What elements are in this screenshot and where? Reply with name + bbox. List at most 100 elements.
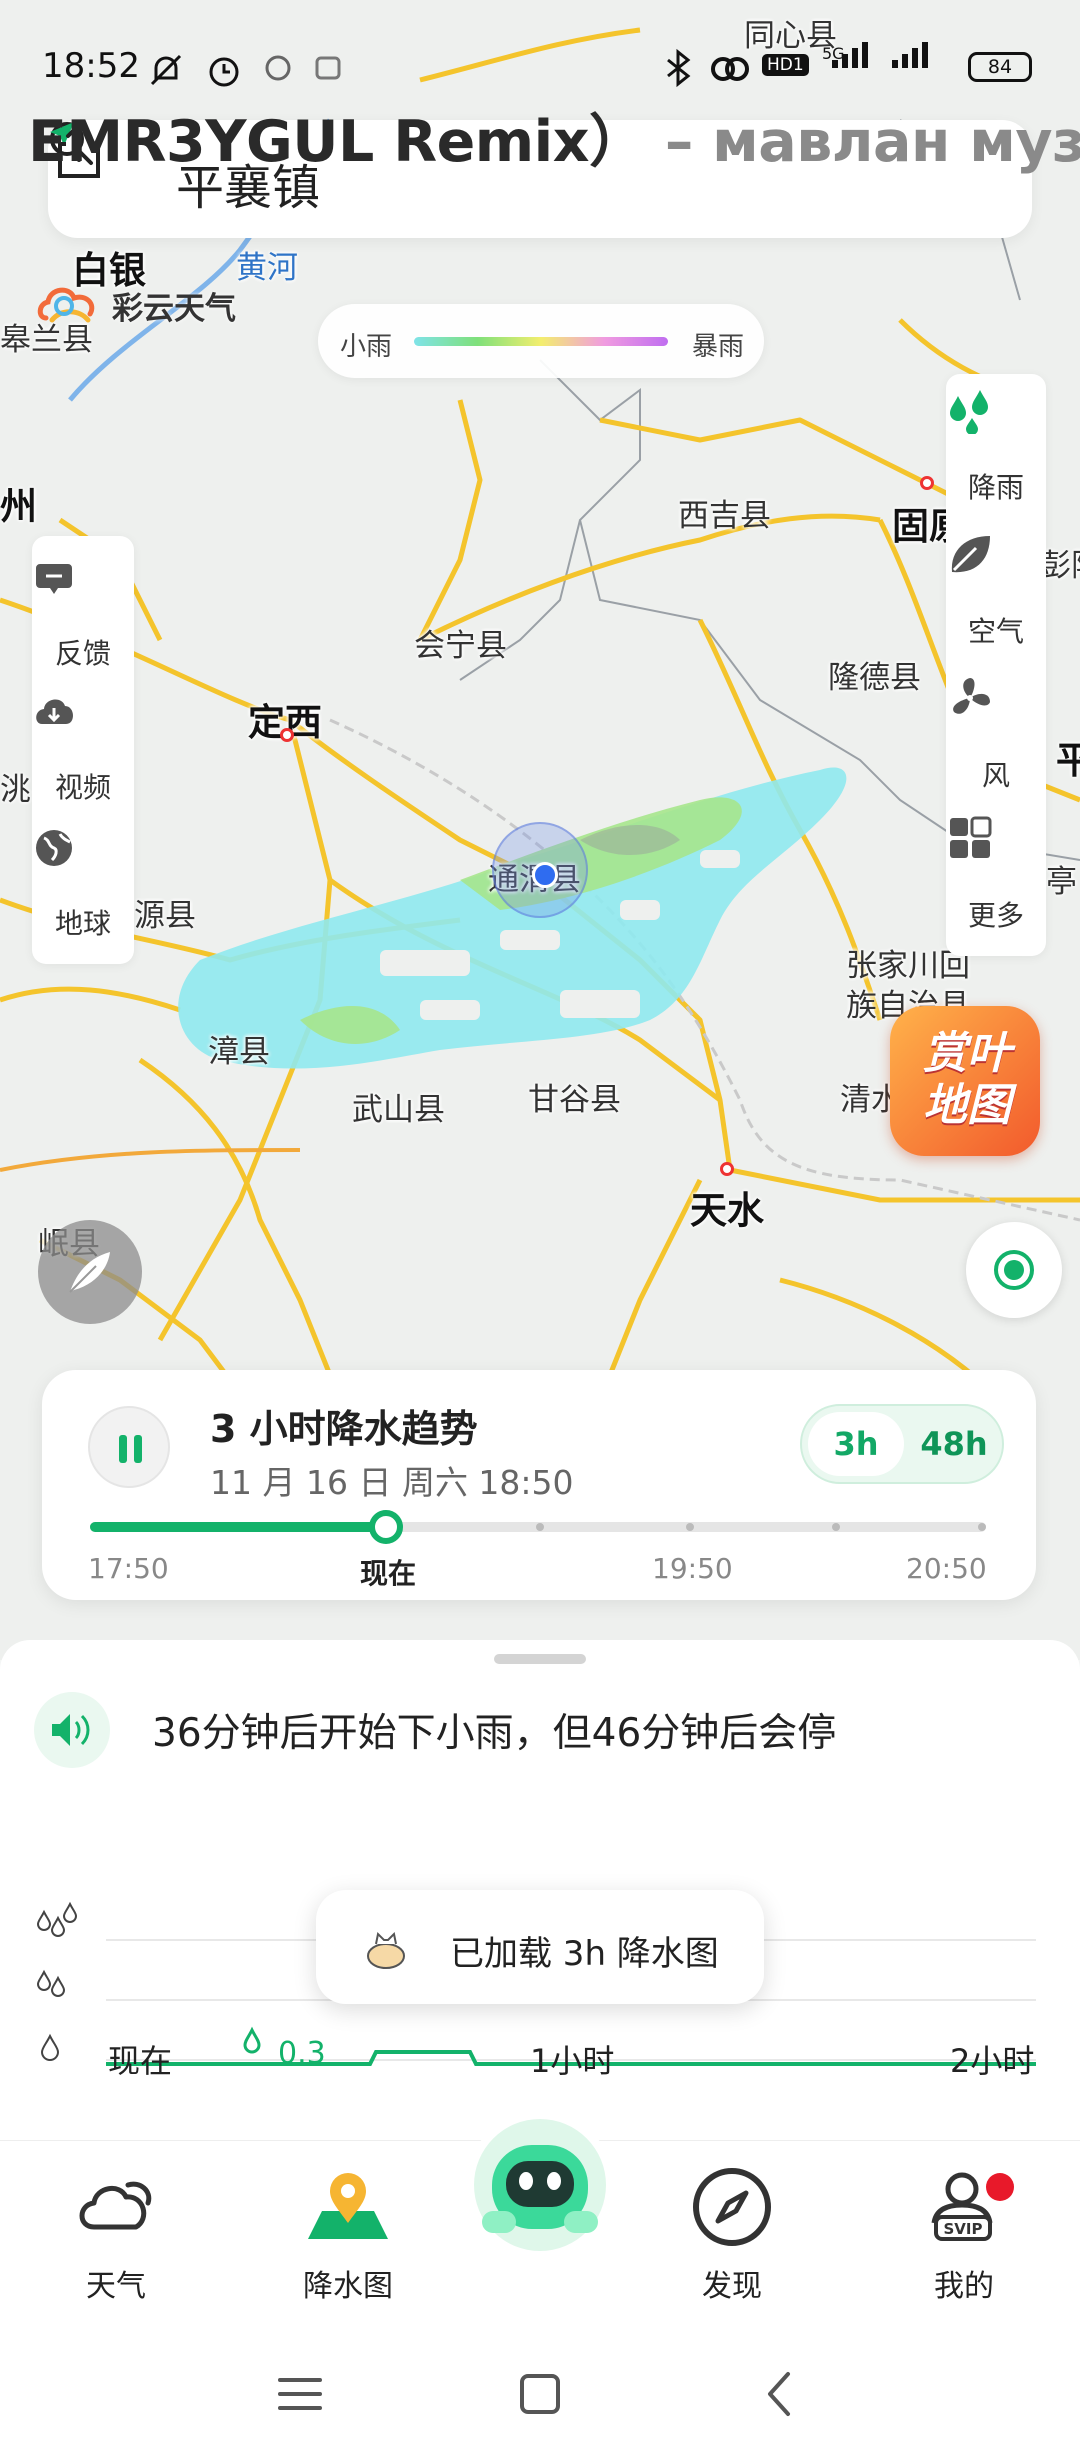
bluetooth-icon [667,48,691,88]
nav-profile-label: 我的 [934,2269,994,2304]
timeline-label-mid: 19:50 [652,1552,733,1585]
city-dot-tianshui [720,1162,734,1176]
feedback-button[interactable]: 反馈 [32,556,134,686]
bell-mute-icon [150,54,182,86]
range-48h-option[interactable]: 48h [906,1412,1002,1476]
timeline-slider[interactable] [90,1510,986,1544]
signal-icon [892,42,928,68]
nav-profile[interactable]: SVIP 我的 [874,2151,1054,2304]
precip-trend-card: 3 小时降水趋势 11 月 16 日 周六 18:50 3h 48h 17:50… [42,1370,1036,1600]
nav-discover[interactable]: 发现 [642,2151,822,2304]
precip-drop-icon [243,2026,261,2054]
app-notification-icon [265,55,291,81]
video-button[interactable]: 视频 [32,690,134,820]
light-rain-drops-icon [36,1901,78,1937]
legend-min-label: 小雨 [340,332,393,362]
moderate-rain-drops-icon [36,1969,66,1997]
timeline-thumb[interactable] [368,1510,403,1544]
legend-max-label: 暴雨 [691,332,744,362]
globe-label: 地球 [54,907,111,940]
trend-date: 11 月 16 日 周六 18:50 [210,1463,574,1502]
feedback-label: 反馈 [54,637,111,670]
video-icon [36,699,74,724]
rain-icon [950,390,988,434]
place-zhou: 州 [0,485,37,528]
legend-gradient-bar [414,337,668,346]
place-pengyang: 彭阳 [1040,548,1080,584]
autumn-leaf-map-badge[interactable]: 赏叶 地图 [890,1006,1040,1156]
video-label: 视频 [54,771,111,804]
status-bar: 18:52 HD1 5G 84 [0,40,1080,100]
timeline-tick [686,1523,694,1531]
map-style-button[interactable] [38,1220,142,1324]
target-icon [994,1250,1034,1290]
compass-icon [693,2168,771,2246]
nav-discover-label: 发现 [702,2269,762,2304]
timeline-progress [90,1522,386,1532]
intensity-icons [36,1901,78,2061]
sheet-handle[interactable] [494,1654,586,1664]
trend-title: 3 小时降水趋势 [210,1407,478,1451]
left-tool-panel: 反馈 视频 地球 [32,536,134,964]
place-gangu: 甘谷县 [528,1082,621,1118]
bottom-navigation: 天气 降水图 发现 SVIP 我的 [0,2111,1080,2320]
layer-rain-label: 降雨 [967,471,1024,504]
grid-icon [950,816,992,858]
timeline-tick [536,1523,544,1531]
nav-precip-map-label: 降水图 [303,2269,393,2304]
app-root: 同心县 白银 黄河 皋兰县 西吉县 固原 彭阳 州 会宁县 隆德县 定西 平 洮… [0,0,1080,2460]
layer-wind-label: 风 [981,759,1010,792]
badge-line-2: 地图 [923,1080,1011,1131]
more-layers-button[interactable]: 更多 [946,814,1046,954]
toast-text: 已加载 3h 降水图 [450,1934,719,1974]
more-layers-label: 更多 [967,899,1024,932]
battery-indicator: 84 [968,52,1032,82]
nav-precip-map[interactable]: 降水图 [258,2151,438,2304]
battery-level: 84 [987,56,1013,78]
precipitation-map[interactable]: 同心县 白银 黄河 皋兰县 西吉县 固原 彭阳 州 会宁县 隆德县 定西 平 洮… [0,0,1080,1660]
loaded-toast: 已加载 3h 降水图 [316,1890,764,2004]
menu-icon[interactable] [270,2364,330,2424]
notification-dot [986,2173,1014,2201]
nav-weather[interactable]: 天气 [26,2151,206,2304]
marquee-main: EMR3YGUL Remix） [28,109,646,175]
caiyun-logo-icon [37,287,95,323]
svg-text:SVIP: SVIP [944,2220,983,2238]
status-time: 18:52 [42,46,140,86]
nav-weather-label: 天气 [86,2269,146,2304]
signal-icon [832,42,868,68]
system-navigation-bar [0,2320,1080,2460]
place-huanghe: 黄河 [236,250,298,286]
leaf-icon [951,536,990,573]
speak-button[interactable] [34,1692,110,1768]
music-marquee-overlay: EMR3YGUL Remix） – мавлан музыка [28,96,1080,178]
back-icon[interactable] [750,2364,810,2424]
nav-assistant[interactable] [466,2111,614,2259]
place-zhangxian: 漳县 [208,1034,270,1070]
assistant-icon [474,2119,606,2251]
alarm-icon [209,57,239,87]
layer-rain-button[interactable]: 降雨 [946,386,1046,526]
pause-button[interactable] [88,1406,170,1488]
timeline-tick [978,1523,986,1531]
layer-air-label: 空气 [967,615,1024,648]
brand-name: 彩云天气 [112,291,236,327]
precip-legend: 小雨 暴雨 [318,304,764,378]
globe-button[interactable]: 地球 [32,826,134,956]
layer-wind-button[interactable]: 风 [946,674,1046,814]
forecast-message: 36分钟后开始下小雨，但46分钟后会停 [152,1711,837,1756]
place-huining: 会宁县 [414,628,507,664]
forecast-sheet: 36分钟后开始下小雨，但46分钟后会停 0.3 现在 1小时 2小时 已加载 3… [0,1640,1080,2140]
layer-air-button[interactable]: 空气 [946,530,1046,670]
city-dot-dingxi [280,728,294,742]
timeline-label-now: 现在 [360,1557,417,1590]
place-zhuanglang: 亭 [1046,864,1077,900]
marquee-dim: – мавлан музыка [664,109,1080,175]
place-xiji: 西吉县 [678,498,771,534]
hd-badge: HD1 [762,54,809,76]
locate-me-button[interactable] [966,1222,1062,1318]
timeline-tick [832,1523,840,1531]
home-icon[interactable] [510,2364,570,2424]
range-3h-option[interactable]: 3h [808,1412,904,1476]
map-pin-icon [308,2173,388,2239]
